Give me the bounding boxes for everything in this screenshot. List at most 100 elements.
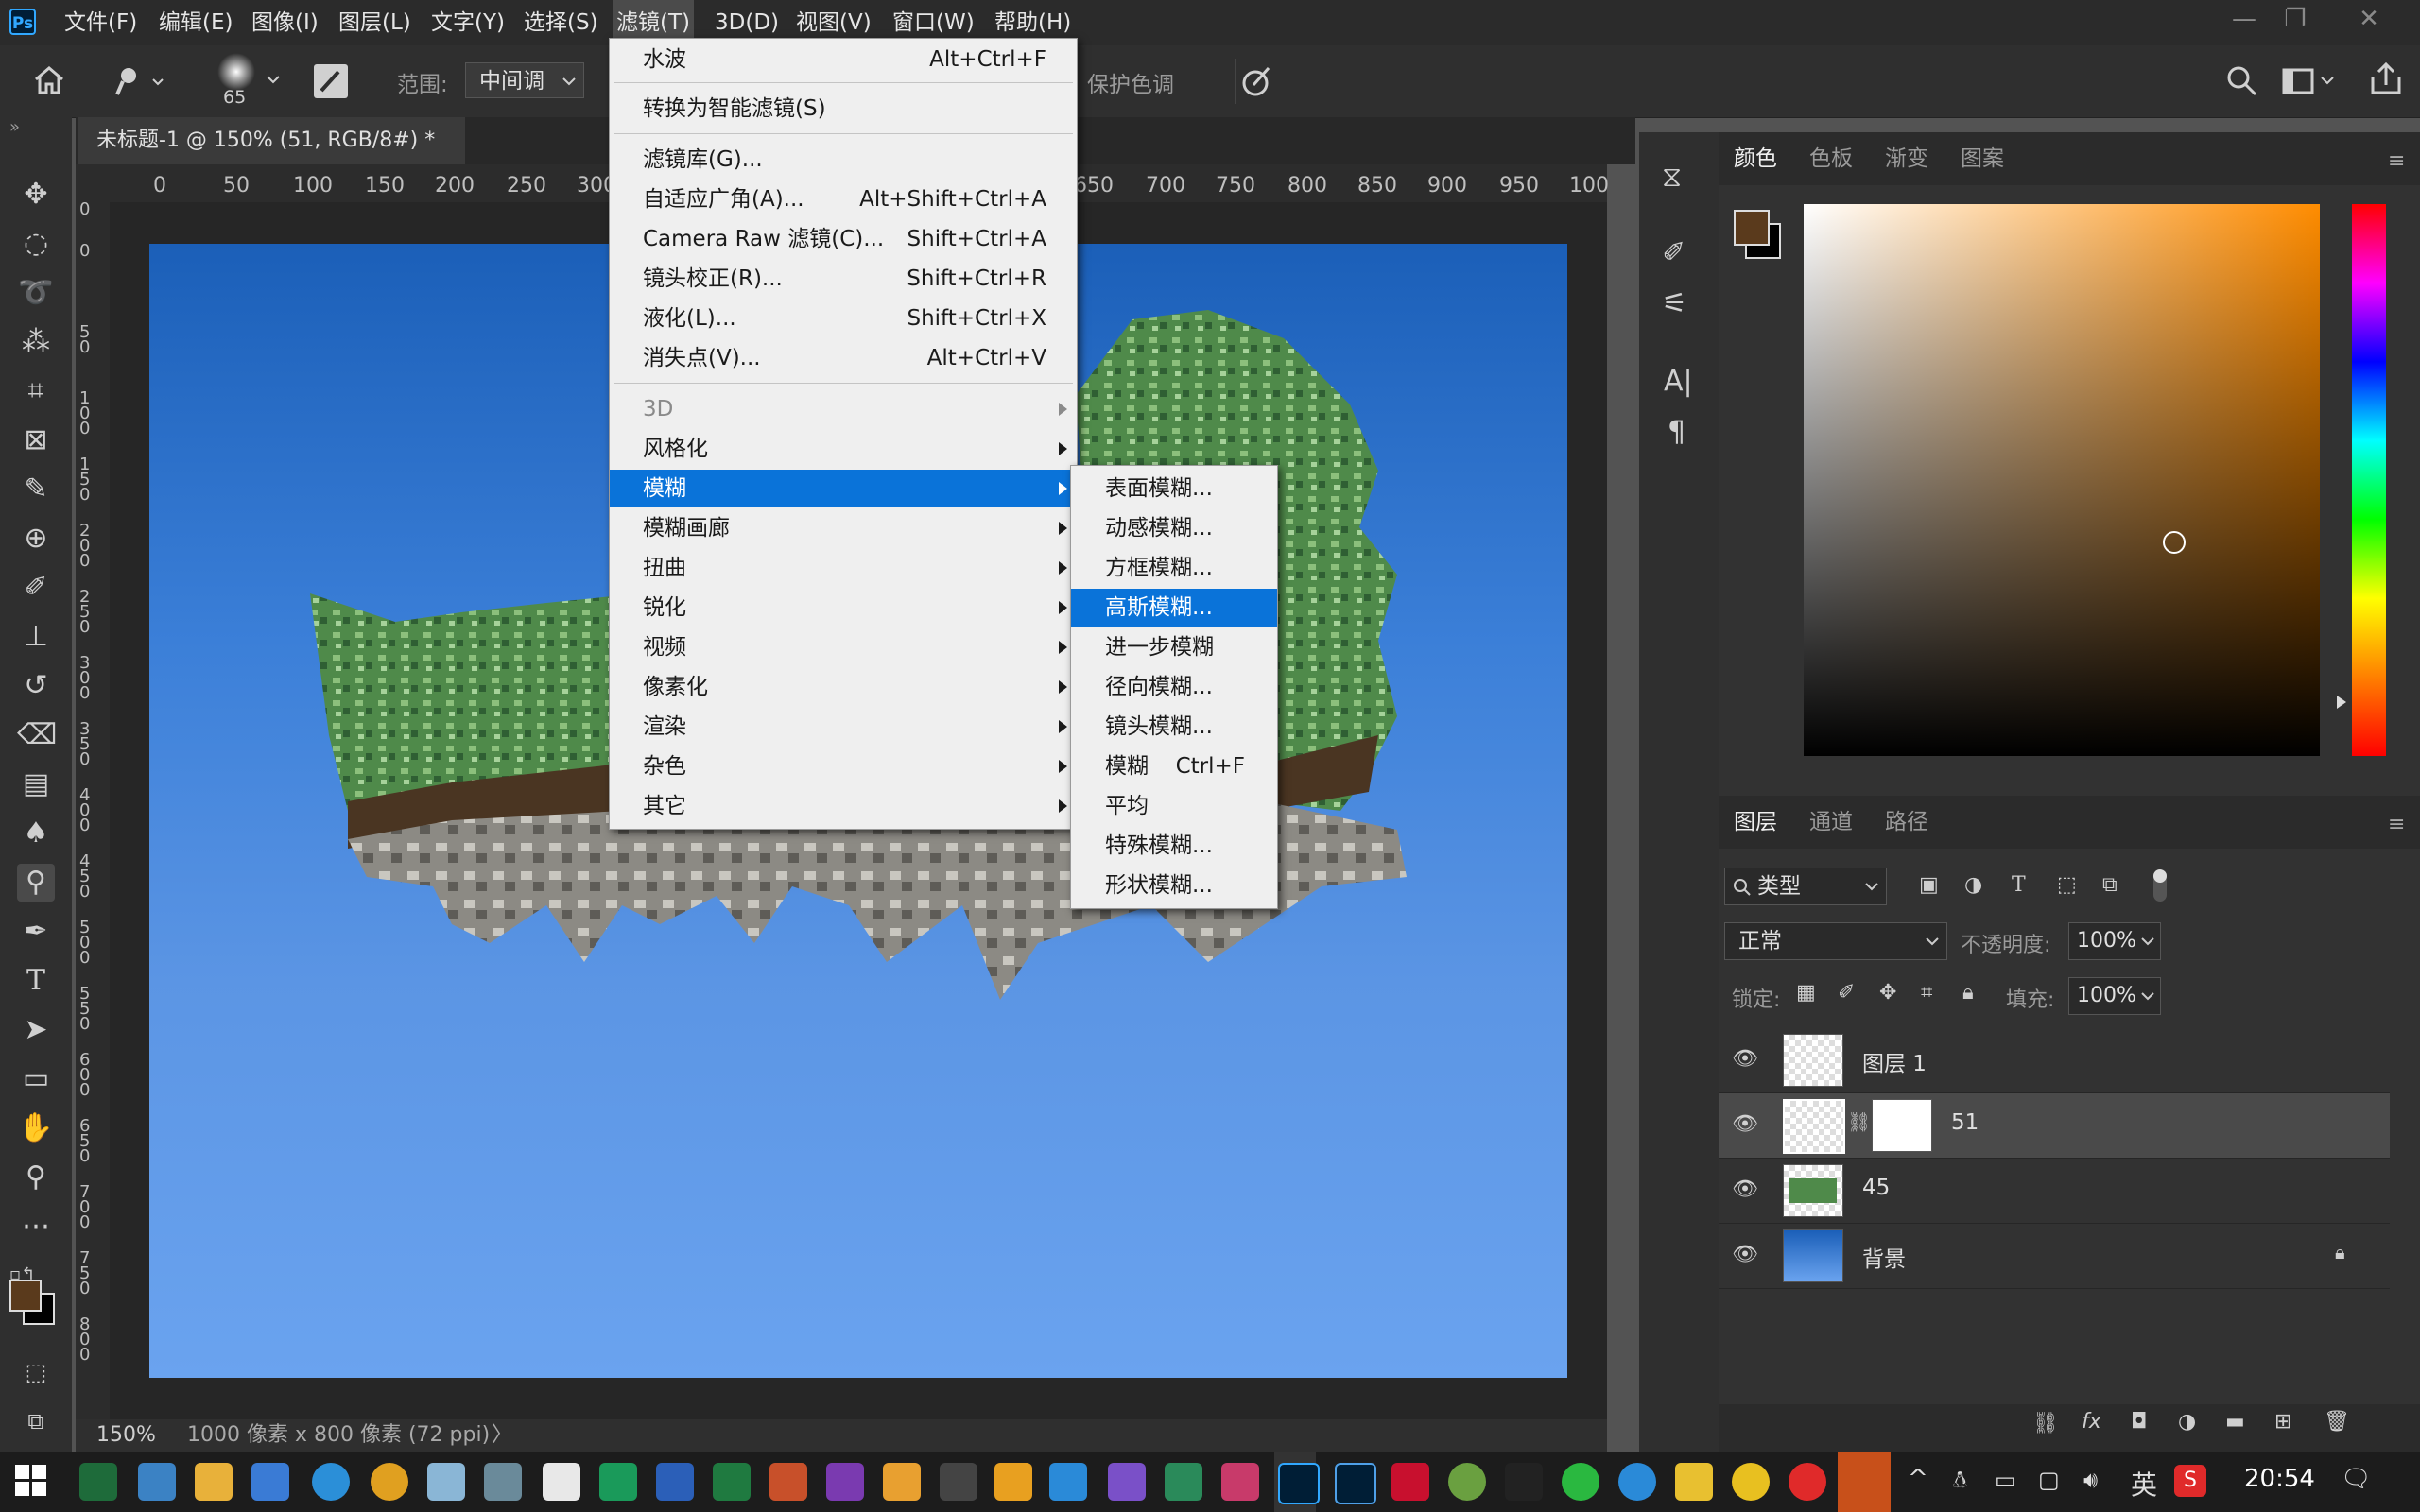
sublime-app-icon[interactable] [994, 1463, 1032, 1501]
workspace-icon[interactable] [2282, 66, 2339, 100]
vscode-app-icon[interactable] [1049, 1463, 1087, 1501]
submenu-item-surface-blur[interactable]: 表面模糊... [1071, 470, 1277, 507]
file-explorer-icon[interactable] [195, 1463, 233, 1501]
tab-paths[interactable]: 路径 [1885, 796, 1928, 849]
layer-name[interactable]: 45 [1862, 1176, 1890, 1200]
menu-item-noise[interactable]: 杂色 [610, 747, 1077, 785]
menu-file[interactable]: 文件(F) [60, 0, 141, 45]
chrome-taskbar-icon[interactable] [1448, 1463, 1486, 1501]
filter-pixel-icon[interactable]: ▣ [1919, 873, 1939, 897]
document-tab[interactable]: 未标题-1 @ 150% (51, RGB/8#) * × [78, 117, 465, 199]
character-panel-icon[interactable]: A| [1664, 365, 1693, 398]
brush-picker-chevron-icon[interactable] [267, 70, 280, 88]
ime-indicator[interactable]: 英 [2131, 1465, 2157, 1503]
zoom-tool-icon[interactable]: ⚲ [17, 1159, 55, 1196]
eraser-tool-icon[interactable]: ⌫ [17, 716, 57, 754]
status-menu-arrow-icon[interactable]: 〉 [492, 1419, 512, 1452]
qq-taskbar-icon[interactable] [1505, 1463, 1543, 1501]
rectangle-tool-icon[interactable]: ▭ [17, 1060, 55, 1098]
submenu-item-average[interactable]: 平均 [1071, 787, 1277, 825]
notes-app-icon[interactable] [427, 1463, 465, 1501]
menu-item-distort[interactable]: 扭曲 [610, 549, 1077, 587]
layer-name[interactable]: 图层 1 [1862, 1045, 1927, 1077]
menu-layer[interactable]: 图层(L) [335, 0, 415, 45]
restore-button[interactable]: ❐ [2269, 0, 2322, 38]
onenote-app-icon[interactable] [826, 1463, 864, 1501]
healing-brush-tool-icon[interactable]: ⊕ [17, 520, 55, 558]
menu-item-sharpen[interactable]: 锐化 [610, 589, 1077, 627]
submenu-item-shape-blur[interactable]: 形状模糊... [1071, 867, 1277, 904]
zoom-level[interactable]: 150% [96, 1419, 156, 1452]
range-select[interactable]: 中间调 [465, 62, 584, 98]
intellij-app-icon[interactable] [1221, 1463, 1259, 1501]
layers-panel-menu-icon[interactable]: ≡ [2388, 813, 2405, 836]
tab-gradients[interactable]: 渐变 [1885, 132, 1928, 185]
frame-tool-icon[interactable]: ⊠ [17, 421, 55, 459]
menu-item-ripple[interactable]: 水波 Alt+Ctrl+F [610, 41, 1077, 78]
quick-mask-icon[interactable]: ⬚ [17, 1353, 55, 1391]
windows-start-icon[interactable] [15, 1465, 47, 1501]
powerpoint-app-icon[interactable] [769, 1463, 807, 1501]
filter-toggle[interactable] [2153, 869, 2167, 902]
share-icon[interactable] [2369, 60, 2403, 100]
filter-adjustment-icon[interactable]: ◑ [1964, 873, 1982, 897]
link-layers-icon[interactable]: ⛓︎ [2032, 1412, 2059, 1435]
chrome-browser-icon[interactable] [371, 1463, 408, 1501]
menu-image[interactable]: 图像(I) [248, 0, 322, 45]
opacity-field[interactable]: 100% [2068, 922, 2161, 960]
tray-app-icon[interactable]: 🐧︎ [1953, 1467, 1967, 1497]
foreground-color-swatch[interactable] [9, 1280, 42, 1312]
photoshop-taskbar-icon[interactable] [1278, 1463, 1320, 1504]
color-field[interactable] [1804, 204, 2320, 756]
menu-item-blur[interactable]: 模糊 [610, 470, 1077, 507]
add-mask-icon[interactable]: ◘ [2131, 1410, 2147, 1434]
paragraph-panel-icon[interactable]: ¶ [1668, 416, 1685, 449]
filter-shape-icon[interactable]: ⬚ [2057, 873, 2077, 897]
tray-expand-icon[interactable]: ^ [1908, 1465, 1928, 1493]
lock-artboard-icon[interactable]: ⌗ [1921, 981, 1932, 1005]
pycharm-app-icon[interactable] [1165, 1463, 1202, 1501]
excel-app-icon[interactable] [713, 1463, 751, 1501]
lock-position-icon[interactable]: ✥ [1879, 981, 1896, 1005]
quick-selection-tool-icon[interactable]: ⁂ [17, 323, 55, 361]
menu-select[interactable]: 选择(S) [520, 0, 602, 45]
menu-item-video[interactable]: 视频 [610, 628, 1077, 666]
lasso-tool-icon[interactable]: ➰ [17, 274, 55, 312]
sogou-ime-icon[interactable]: S [2174, 1465, 2206, 1497]
history-panel-icon[interactable]: ⧖ [1662, 161, 1682, 194]
submenu-item-blur[interactable]: 模糊 Ctrl+F [1071, 747, 1277, 785]
notification-center-icon[interactable]: 🗨︎ [2341, 1465, 2372, 1493]
volume-icon[interactable]: 🔊︎ [2083, 1467, 2098, 1493]
submenu-item-radial-blur[interactable]: 径向模糊... [1071, 668, 1277, 706]
menu-item-filter-gallery[interactable]: 滤镜库(G)... [610, 141, 1077, 179]
blur-tool-icon[interactable]: ♠ [17, 815, 55, 852]
filter-type-icon[interactable]: T [2012, 873, 2026, 897]
toolbar-collapse-icon[interactable]: » [9, 117, 20, 137]
blend-mode-select[interactable]: 正常 [1724, 922, 1947, 960]
brush-preview-icon[interactable] [217, 53, 255, 91]
hue-slider[interactable] [2352, 204, 2386, 756]
brush-tool-icon[interactable]: ✐ [17, 569, 55, 607]
menu-item-other[interactable]: 其它 [610, 787, 1077, 825]
layer-lock-icon[interactable]: 🔒︎ [2335, 1241, 2345, 1263]
search-icon[interactable] [2225, 64, 2259, 102]
layer-row[interactable]: 👁︎ 图层 1 [1719, 1028, 2390, 1093]
menu-item-convert-smart-filter[interactable]: 转换为智能滤镜(S) [610, 90, 1077, 128]
lock-transparent-icon[interactable]: ▦ [1796, 981, 1816, 1005]
submenu-item-lens-blur[interactable]: 镜头模糊... [1071, 708, 1277, 746]
menu-edit[interactable]: 编辑(E) [155, 0, 236, 45]
menu-item-pixelate[interactable]: 像素化 [610, 668, 1077, 706]
layer-row[interactable]: 👁︎ 背景 🔒︎ [1719, 1224, 2390, 1289]
marquee-tool-icon[interactable]: ◌ [17, 225, 55, 263]
layer-row-selected[interactable]: 👁︎ ⛓︎ 51 [1719, 1093, 2390, 1159]
edge-browser-icon[interactable] [312, 1463, 350, 1501]
minimize-button[interactable]: — [2218, 0, 2271, 38]
acrobat-taskbar-icon[interactable] [1392, 1463, 1429, 1501]
panel-foreground-swatch[interactable] [1734, 210, 1770, 246]
visibility-eye-icon[interactable]: 👁︎ [1732, 1112, 1758, 1136]
notepad-app-icon[interactable] [883, 1463, 921, 1501]
filter-smart-object-icon[interactable]: ⧉ [2102, 873, 2118, 897]
fill-field[interactable]: 100% [2068, 977, 2161, 1015]
path-selection-tool-icon[interactable]: ➤ [17, 1011, 55, 1049]
visibility-eye-icon[interactable]: 👁︎ [1732, 1177, 1758, 1201]
